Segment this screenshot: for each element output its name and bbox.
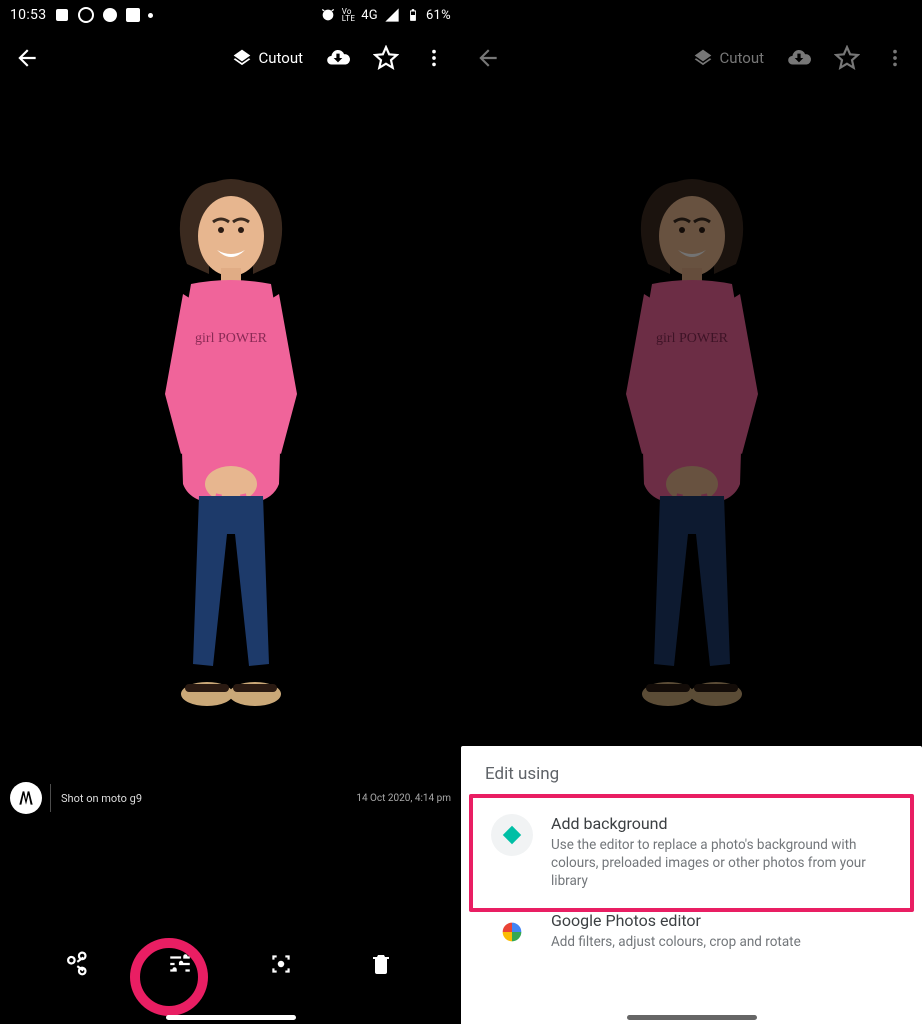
camera-info: Shot on moto g9 14 Oct 2020, 4:14 pm xyxy=(10,782,451,814)
cutout-chip[interactable]: Cutout xyxy=(693,48,764,68)
home-indicator[interactable] xyxy=(166,1015,296,1020)
signal-icon xyxy=(384,7,400,23)
notif-app-icon xyxy=(102,7,118,23)
sheet-title: Edit using xyxy=(485,764,898,784)
volte-indicator: Vo LTE xyxy=(342,8,355,22)
home-indicator[interactable] xyxy=(627,1015,757,1020)
notif-message-icon xyxy=(54,7,70,23)
lens-button[interactable] xyxy=(266,949,296,979)
more-menu-button[interactable] xyxy=(882,45,908,71)
add-background-icon xyxy=(491,814,533,856)
action-bar xyxy=(0,924,461,1004)
cutout-chip[interactable]: Cutout xyxy=(232,48,303,68)
sheet-item-title: Google Photos editor xyxy=(551,911,801,930)
notif-more-dot xyxy=(148,13,153,18)
back-button[interactable] xyxy=(14,45,40,71)
cloud-upload-button[interactable] xyxy=(325,45,351,71)
sheet-item-title: Add background xyxy=(551,814,892,833)
toolbar-left: Cutout xyxy=(0,30,461,86)
camera-logo xyxy=(10,782,42,814)
layers-icon xyxy=(232,48,252,68)
delete-button[interactable] xyxy=(366,949,396,979)
cutout-label: Cutout xyxy=(258,49,303,67)
battery-icon xyxy=(406,5,420,25)
screen-right: Cutout Edit using Add background Use the… xyxy=(461,0,922,1024)
cutout-photo xyxy=(121,164,341,764)
status-bar: 10:53 Vo LTE 4G 61% xyxy=(0,0,461,30)
sheet-item-desc: Use the editor to replace a photo's back… xyxy=(551,836,892,891)
status-time: 10:53 xyxy=(10,7,46,23)
sheet-item-desc: Add filters, adjust colours, crop and ro… xyxy=(551,933,801,951)
battery-percent: 61% xyxy=(426,8,451,23)
cutout-label: Cutout xyxy=(719,49,764,67)
shot-on-label: Shot on moto g9 xyxy=(61,792,142,805)
google-photos-icon xyxy=(491,911,533,953)
photo-area-dimmed xyxy=(461,86,922,846)
edit-using-sheet: Edit using Add background Use the editor… xyxy=(461,746,922,1024)
notif-whatsapp-icon xyxy=(78,7,94,23)
sheet-item-google-photos[interactable]: Google Photos editor Add filters, adjust… xyxy=(485,901,898,963)
edit-button[interactable] xyxy=(165,949,195,979)
cloud-upload-button[interactable] xyxy=(786,45,812,71)
more-menu-button[interactable] xyxy=(421,45,447,71)
toolbar-right: Cutout xyxy=(461,30,922,86)
favorite-star-button[interactable] xyxy=(373,45,399,71)
network-type: 4G xyxy=(361,8,378,23)
favorite-star-button[interactable] xyxy=(834,45,860,71)
layers-icon xyxy=(693,48,713,68)
notif-facebook-icon xyxy=(126,8,140,22)
share-button[interactable] xyxy=(65,949,95,979)
photo-date: 14 Oct 2020, 4:14 pm xyxy=(356,793,451,804)
back-button[interactable] xyxy=(475,45,501,71)
cutout-photo xyxy=(582,164,802,764)
sheet-item-add-background[interactable]: Add background Use the editor to replace… xyxy=(485,804,898,901)
alarm-icon xyxy=(320,7,336,23)
photo-area[interactable] xyxy=(0,86,461,846)
screen-left: 10:53 Vo LTE 4G 61% xyxy=(0,0,461,1024)
